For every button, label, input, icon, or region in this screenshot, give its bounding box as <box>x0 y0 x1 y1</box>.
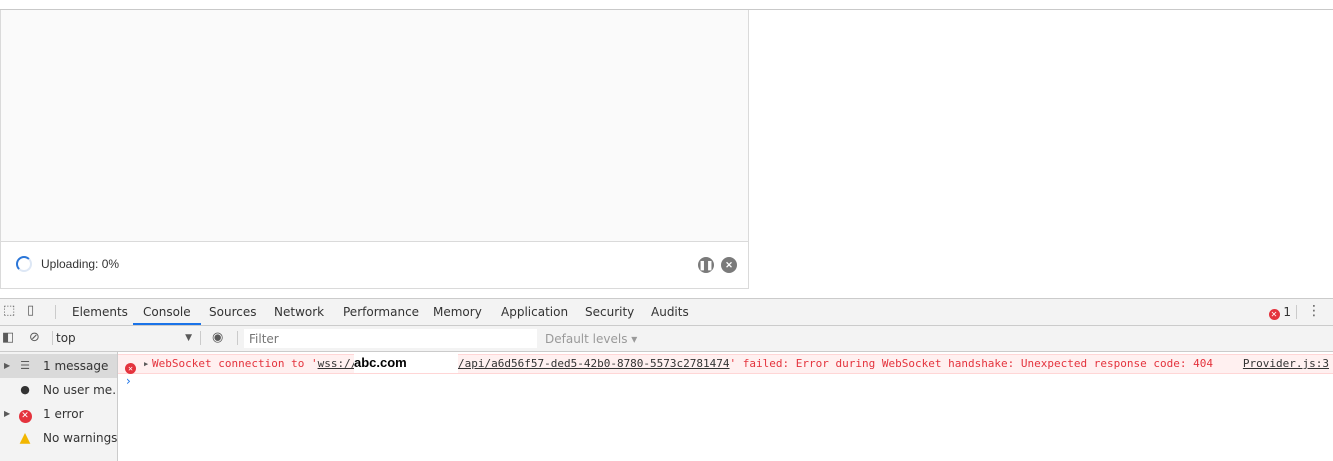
expand-triangle-icon[interactable]: ▶ <box>4 402 10 426</box>
tab-memory[interactable]: Memory <box>433 299 482 325</box>
filter-input[interactable] <box>244 329 537 348</box>
device-toolbar-icon[interactable]: ▯ <box>27 304 41 318</box>
error-url-link[interactable]: /api/a6d56f57-ded5-42b0-8780-5573c278147… <box>458 357 730 370</box>
sidebar-item-label: No user me... <box>43 383 117 397</box>
tab-console[interactable]: Console <box>133 299 201 325</box>
console-sidebar: ▶ ☰ 1 message ● No user me... ▶ ✕ 1 erro… <box>0 352 118 461</box>
error-url-link[interactable]: wss:// <box>318 357 358 370</box>
toolbar-divider <box>55 305 56 319</box>
error-message-end: /api/a6d56f57-ded5-42b0-8780-5573c278147… <box>458 357 1213 370</box>
warning-icon: ▲ <box>19 430 31 446</box>
sidebar-item-user-messages[interactable]: ● No user me... <box>0 378 117 402</box>
sidebar-item-errors[interactable]: ▶ ✕ 1 error <box>0 402 117 426</box>
sidebar-item-label: 1 message <box>43 359 109 373</box>
error-icon: ✕ <box>18 407 32 423</box>
user-icon: ● <box>20 383 30 396</box>
error-source-link[interactable]: Provider.js:3 <box>1243 355 1329 373</box>
redacted-host-label: abc.com <box>354 354 458 373</box>
log-levels-dropdown[interactable]: Default levels ▾ <box>545 332 637 346</box>
tab-audits[interactable]: Audits <box>651 299 689 325</box>
tab-application[interactable]: Application <box>501 299 568 325</box>
inspect-element-icon[interactable]: ⬚ <box>3 304 17 318</box>
error-counter[interactable]: ✕ 1 <box>1268 305 1291 320</box>
clear-console-icon[interactable]: ⊘ <box>29 331 43 345</box>
loading-spinner-icon <box>16 256 32 272</box>
tab-sources[interactable]: Sources <box>209 299 256 325</box>
tab-elements[interactable]: Elements <box>72 299 128 325</box>
show-sidebar-icon[interactable]: ◧ <box>2 331 16 345</box>
console-toolbar: ◧ ⊘ top ▼ ◉ Default levels ▾ <box>0 326 1333 352</box>
tab-network[interactable]: Network <box>274 299 324 325</box>
error-count: 1 <box>1283 305 1291 319</box>
sidebar-item-label: No warnings <box>43 431 117 445</box>
more-options-icon[interactable]: ⋮ <box>1307 303 1321 319</box>
toolbar-divider <box>200 331 201 345</box>
dropdown-arrow-icon: ▼ <box>185 333 192 343</box>
upload-panel: Uploading: 0% ❚❚ ✕ <box>0 10 749 289</box>
toolbar-divider <box>237 331 238 345</box>
expand-triangle-icon[interactable]: ▶ <box>4 354 10 378</box>
tab-performance[interactable]: Performance <box>343 299 419 325</box>
eye-icon[interactable]: ◉ <box>212 331 226 345</box>
console-prompt-icon[interactable]: › <box>126 374 131 388</box>
error-icon: ✕ <box>1268 309 1280 320</box>
console-output: ✕ ▶ WebSocket connection to 'wss:// abc.… <box>118 352 1333 461</box>
tab-security[interactable]: Security <box>585 299 634 325</box>
sidebar-item-warnings[interactable]: ▲ No warnings <box>0 426 117 450</box>
context-selector[interactable]: top ▼ <box>56 329 196 348</box>
devtools-tabbar: ⬚ ▯ Elements Console Sources Network Per… <box>0 299 1333 326</box>
expand-triangle-icon[interactable]: ▶ <box>144 355 148 373</box>
error-message-start: WebSocket connection to 'wss:// <box>152 357 358 370</box>
devtools-panel: ⬚ ▯ Elements Console Sources Network Per… <box>0 298 1333 461</box>
sidebar-item-messages[interactable]: ▶ ☰ 1 message <box>0 354 117 378</box>
list-icon: ☰ <box>20 359 30 372</box>
cancel-icon[interactable]: ✕ <box>721 257 737 273</box>
console-error-row[interactable]: ✕ ▶ WebSocket connection to 'wss:// abc.… <box>118 354 1333 374</box>
sidebar-item-label: 1 error <box>43 407 84 421</box>
toolbar-divider <box>52 331 53 345</box>
pause-icon[interactable]: ❚❚ <box>698 257 714 273</box>
upload-status: Uploading: 0% <box>41 257 120 271</box>
context-value: top <box>56 331 76 345</box>
toolbar-divider <box>1296 305 1297 319</box>
upload-footer: Uploading: 0% ❚❚ ✕ <box>1 241 748 288</box>
